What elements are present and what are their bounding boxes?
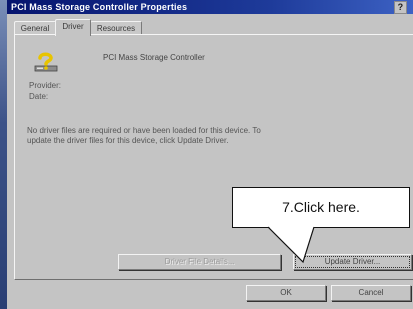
background-window-edge — [0, 0, 7, 309]
date-label: Date: — [29, 92, 49, 101]
properties-dialog: PCI Mass Storage Controller Properties ?… — [7, 0, 413, 309]
tab-resources[interactable]: Resources — [90, 21, 142, 35]
window-title: PCI Mass Storage Controller Properties — [11, 2, 188, 12]
message-line-2: update the driver files for this device,… — [27, 136, 229, 145]
ok-button[interactable]: OK — [246, 285, 326, 301]
device-name: PCI Mass Storage Controller — [103, 53, 205, 62]
driver-message: No driver files are required or have bee… — [27, 126, 413, 146]
message-line-1: No driver files are required or have bee… — [27, 126, 261, 135]
provider-label: Provider: — [29, 81, 62, 90]
callout-annotation: 7.Click here. — [232, 187, 410, 228]
help-button[interactable]: ? — [394, 1, 407, 14]
title-bar[interactable]: PCI Mass Storage Controller Properties ? — [7, 0, 413, 14]
tab-driver[interactable]: Driver — [55, 19, 91, 36]
driver-file-details-button[interactable]: Driver File Details... — [118, 254, 281, 270]
tab-general[interactable]: General — [14, 21, 56, 35]
driver-tab-panel: PCI Mass Storage Controller Provider: Da… — [14, 34, 413, 280]
unknown-device-question-icon — [34, 52, 58, 72]
update-driver-button[interactable]: Update Driver... — [293, 254, 412, 270]
cancel-button[interactable]: Cancel — [331, 285, 411, 301]
